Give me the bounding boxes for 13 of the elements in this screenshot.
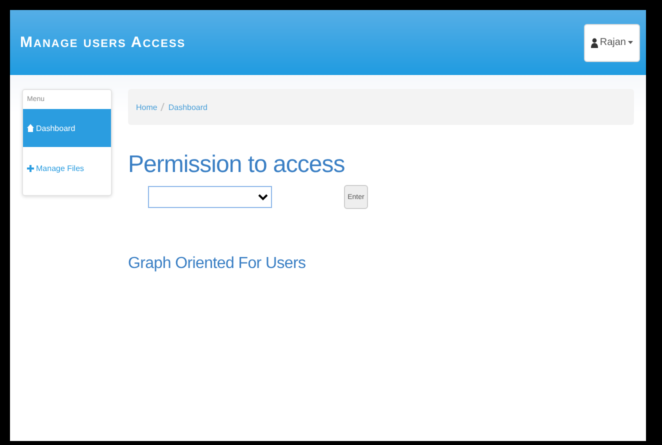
caret-icon [628,40,633,44]
page-heading: Permission to access [128,151,346,179]
sidebar-item[interactable]: Dashboard [23,109,111,147]
user-menu-button[interactable]: Rajan [584,24,640,62]
sidebar-item[interactable]: Manage Files [23,151,111,185]
user-select[interactable] [148,186,272,208]
breadcrumb-link[interactable]: Home [136,102,158,112]
app-title: Manage users Access [20,34,186,51]
breadcrumb-link[interactable]: Dashboard [168,102,208,112]
home-icon [27,124,34,132]
user-icon [590,38,598,48]
plus-icon [27,164,34,172]
section-heading: Graph Oriented For Users [128,255,307,273]
